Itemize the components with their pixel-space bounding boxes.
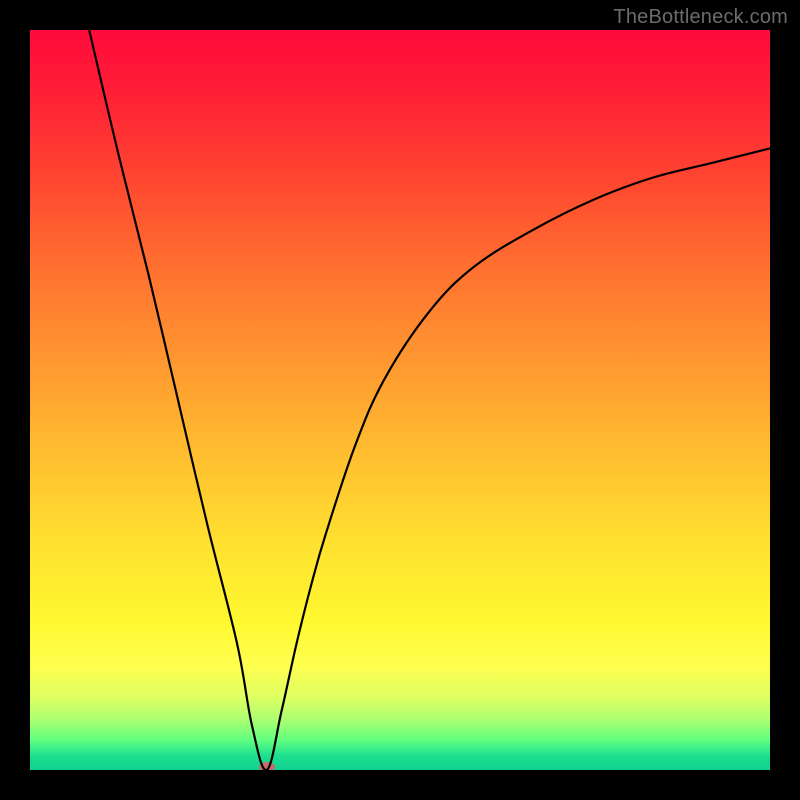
chart-frame: TheBottleneck.com (0, 0, 800, 800)
curve-svg (30, 30, 770, 770)
watermark-text: TheBottleneck.com (613, 6, 788, 29)
bottleneck-curve (89, 30, 770, 770)
plot-area (30, 30, 770, 770)
